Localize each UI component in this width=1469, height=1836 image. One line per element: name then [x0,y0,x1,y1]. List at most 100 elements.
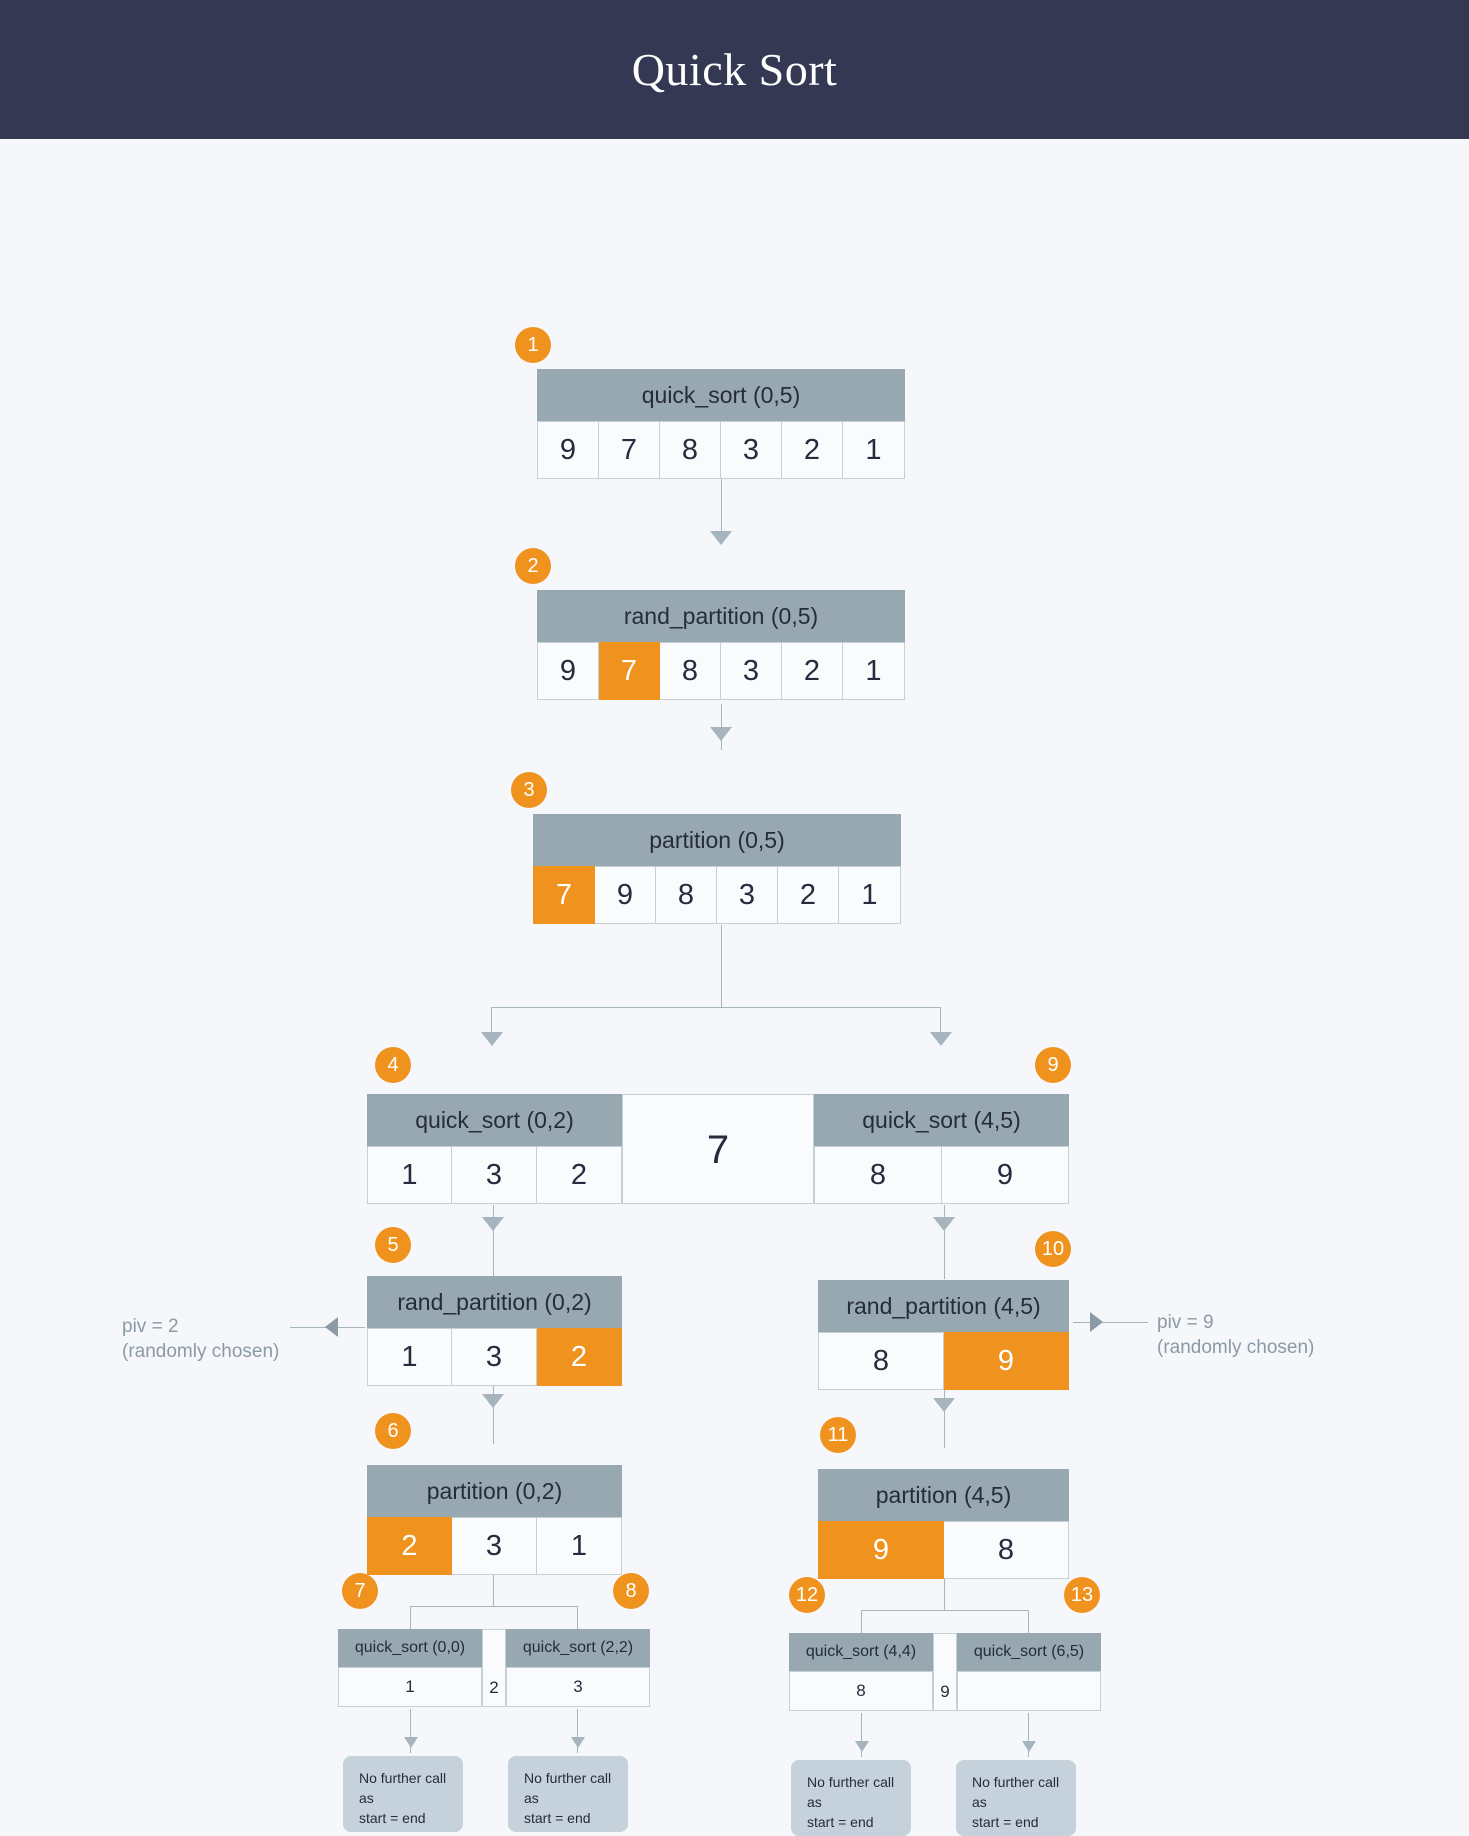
node-partition-4-5[interactable]: partition (4,5) 9 8 [818,1469,1069,1579]
pivot-note-right-line2: (randomly chosen) [1157,1337,1315,1358]
array-cells: 9 7 8 3 2 1 [537,421,905,479]
node-title: partition (4,5) [818,1469,1069,1521]
sorted-value-right-bottom: 9 [933,1633,957,1711]
array-cell: 8 [660,642,721,700]
node-title: partition (0,5) [533,814,901,866]
array-cells: 9 8 [818,1521,1069,1579]
step-badge-5: 5 [375,1227,411,1263]
pivot-note-left: piv = 2 (randomly chosen) [122,1314,279,1364]
pivot-note-left-line2: (randomly chosen) [122,1341,280,1362]
array-cells: 1 3 2 [367,1328,622,1386]
array-cell: 3 [721,421,782,479]
arrowhead-n3-right [930,1032,952,1046]
node-rand-partition-0-2[interactable]: rand_partition (0,2) 1 3 2 [367,1276,622,1386]
terminal-note-n12: No further call as start = end [791,1760,911,1836]
node-title: quick_sort (0,0) [338,1629,482,1667]
connector-n6-left-drop [410,1606,411,1629]
array-cell: 1 [338,1667,482,1707]
node-partition-0-2[interactable]: partition (0,2) 2 3 1 [367,1465,622,1575]
node-quick-sort-2-2[interactable]: quick_sort (2,2) 3 [506,1629,650,1707]
array-cell: 8 [818,1332,944,1390]
connector-n11-split-stem [944,1579,945,1610]
array-cell: 9 [537,421,599,479]
arrowhead-n9-n10 [933,1217,955,1231]
pivot-note-left-line1: piv = 2 [122,1316,179,1337]
connector-piv-right [1073,1322,1148,1323]
node-title: quick_sort (4,5) [814,1094,1069,1146]
node-rand-partition-4-5[interactable]: rand_partition (4,5) 8 9 [818,1280,1069,1390]
connector-n3-split-bar [491,1007,941,1008]
array-cell: 3 [721,642,782,700]
array-cell: 1 [843,421,905,479]
node-title: rand_partition (4,5) [818,1280,1069,1332]
arrowhead-n5-n6 [482,1394,504,1408]
array-cell: 3 [452,1328,537,1386]
node-rand-partition-0-5[interactable]: 2 rand_partition (0,5) 9 7 8 3 2 1 [515,548,905,700]
array-cell: 1 [537,1517,622,1575]
array-cell-pivot: 2 [537,1328,622,1386]
arrowhead-n8-stop [571,1737,585,1748]
array-cells: 9 7 8 3 2 1 [537,642,905,700]
arrowhead-n4-n5 [482,1217,504,1231]
node-title: quick_sort (2,2) [506,1629,650,1667]
step-badge-1: 1 [515,327,551,363]
node-quick-sort-4-5[interactable]: quick_sort (4,5) 8 9 [814,1094,1069,1204]
array-cell-pivot: 9 [818,1521,944,1579]
node-quick-sort-0-5[interactable]: 1 quick_sort (0,5) 9 7 8 3 2 1 [515,327,905,479]
array-cell: 1 [367,1328,452,1386]
array-cell: 3 [452,1517,537,1575]
terminal-note-line3: start = end [359,1810,426,1826]
node-partition-0-5[interactable]: 3 partition (0,5) 7 9 8 3 2 1 [511,772,901,924]
node-title: quick_sort (4,4) [789,1633,933,1671]
node-title: partition (0,2) [367,1465,622,1517]
step-badge-9: 9 [1035,1047,1071,1083]
step-badge-3: 3 [511,772,547,808]
terminal-note-line1: No further call [972,1774,1060,1790]
step-badge-4: 4 [375,1047,411,1083]
terminal-note-n13: No further call as start = end [956,1760,1076,1836]
node-title: quick_sort (0,5) [537,369,905,421]
array-cell: 8 [944,1521,1069,1579]
quick-sort-recursion-diagram: 1 quick_sort (0,5) 9 7 8 3 2 1 2 rand_pa… [0,139,1469,1836]
array-cell: 9 [942,1146,1069,1204]
step-badge-13: 13 [1064,1577,1100,1613]
node-quick-sort-4-4[interactable]: quick_sort (4,4) 8 [789,1633,933,1711]
node-title: rand_partition (0,2) [367,1276,622,1328]
terminal-note-line1: No further call [524,1770,612,1786]
node-quick-sort-0-0[interactable]: quick_sort (0,0) 1 [338,1629,482,1707]
array-cell: 1 [839,866,901,924]
array-cell: 8 [789,1671,933,1711]
array-cells: 8 9 [818,1332,1069,1390]
arrowhead-n12-stop [855,1741,869,1752]
page-header: Quick Sort [0,0,1469,139]
pivot-note-right-line1: piv = 9 [1157,1312,1214,1333]
terminal-note-line1: No further call [807,1774,895,1790]
connector-n11-split-bar [861,1610,1028,1611]
array-cell: 7 [599,421,660,479]
arrowhead-n2-n3 [710,727,732,741]
node-quick-sort-0-2[interactable]: quick_sort (0,2) 1 3 2 [367,1094,622,1204]
node-quick-sort-6-5[interactable]: quick_sort (6,5) [957,1633,1101,1711]
array-cell: 1 [843,642,905,700]
terminal-note-n8: No further call as start = end [508,1756,628,1832]
node-title: quick_sort (0,2) [367,1094,622,1146]
array-cell: 2 [778,866,839,924]
node-title: quick_sort (6,5) [957,1633,1101,1671]
connector-n6-split-bar [410,1606,577,1607]
terminal-note-line1: No further call [359,1770,447,1786]
array-cell: 9 [595,866,656,924]
sorted-value-left-bottom: 2 [482,1629,506,1707]
terminal-note-line2: as [359,1790,374,1806]
terminal-note-line3: start = end [972,1814,1039,1830]
array-cell [957,1671,1101,1711]
array-cell-pivot: 7 [599,642,660,700]
array-cell-pivot: 2 [367,1517,452,1575]
step-badge-12: 12 [789,1577,825,1613]
step-badge-11: 11 [820,1417,856,1453]
arrowhead-n3-left [481,1032,503,1046]
array-cell: 2 [782,421,843,479]
terminal-note-n7: No further call as start = end [343,1756,463,1832]
step-badge-6: 6 [375,1413,411,1449]
connector-n6-split-stem [493,1575,494,1606]
array-cells [957,1671,1101,1711]
